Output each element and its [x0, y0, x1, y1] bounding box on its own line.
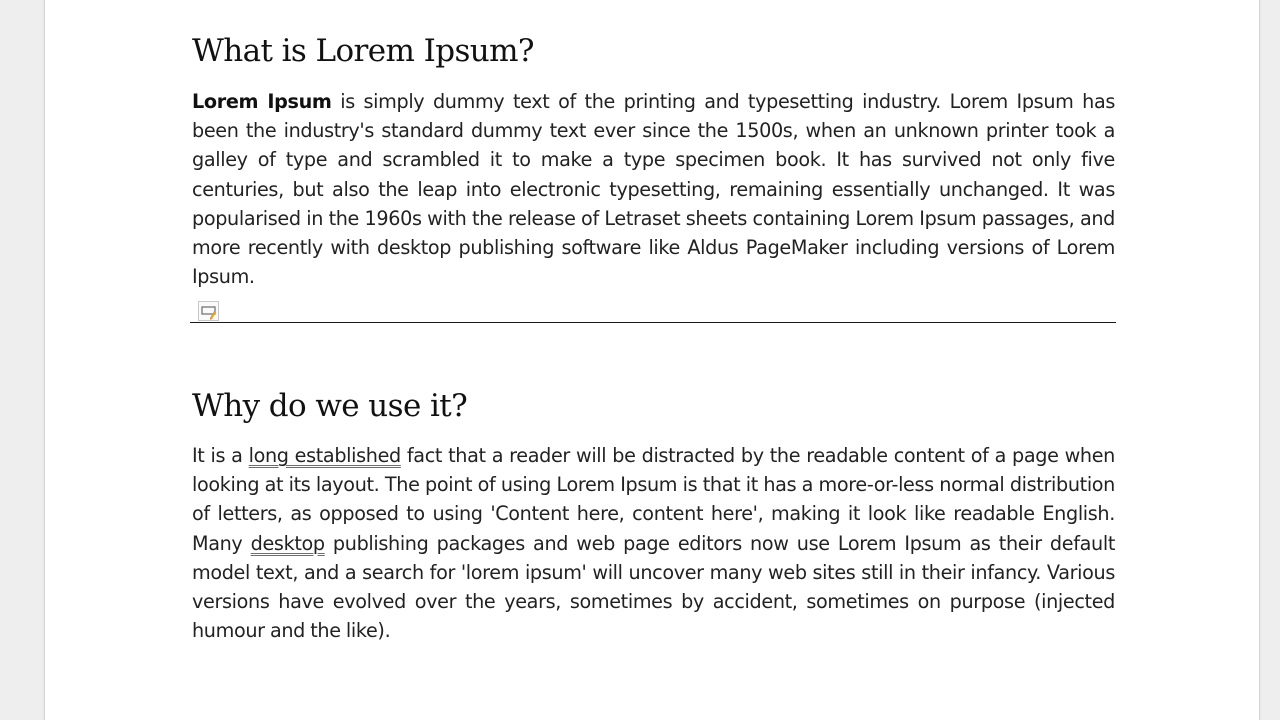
section-heading-why-do-we-use-it: Why do we use it?	[192, 388, 468, 424]
paragraph-text: It is a	[192, 444, 249, 467]
section-paragraph-what-is-lorem-ipsum: Lorem Ipsum is simply dummy text of the …	[192, 87, 1115, 291]
paragraph-text: is simply dummy text of the printing and…	[192, 90, 1116, 289]
section-heading-what-is-lorem-ipsum: What is Lorem Ipsum?	[192, 33, 535, 69]
document-workspace: What is Lorem Ipsum? Lorem Ipsum is simp…	[0, 0, 1280, 720]
bold-lead-text: Lorem Ipsum	[192, 90, 332, 113]
paragraph-anchor-edit-icon[interactable]	[198, 301, 219, 321]
horizontal-rule	[190, 322, 1116, 323]
grammar-flag-desktop[interactable]: desktop	[251, 532, 325, 555]
grammar-flag-long-established[interactable]: long established	[249, 444, 402, 467]
section-paragraph-why-do-we-use-it: It is a long established fact that a rea…	[192, 441, 1115, 645]
document-page[interactable]: What is Lorem Ipsum? Lorem Ipsum is simp…	[44, 0, 1260, 720]
paragraph-text: publishing packages and web page editors…	[192, 531, 1115, 643]
